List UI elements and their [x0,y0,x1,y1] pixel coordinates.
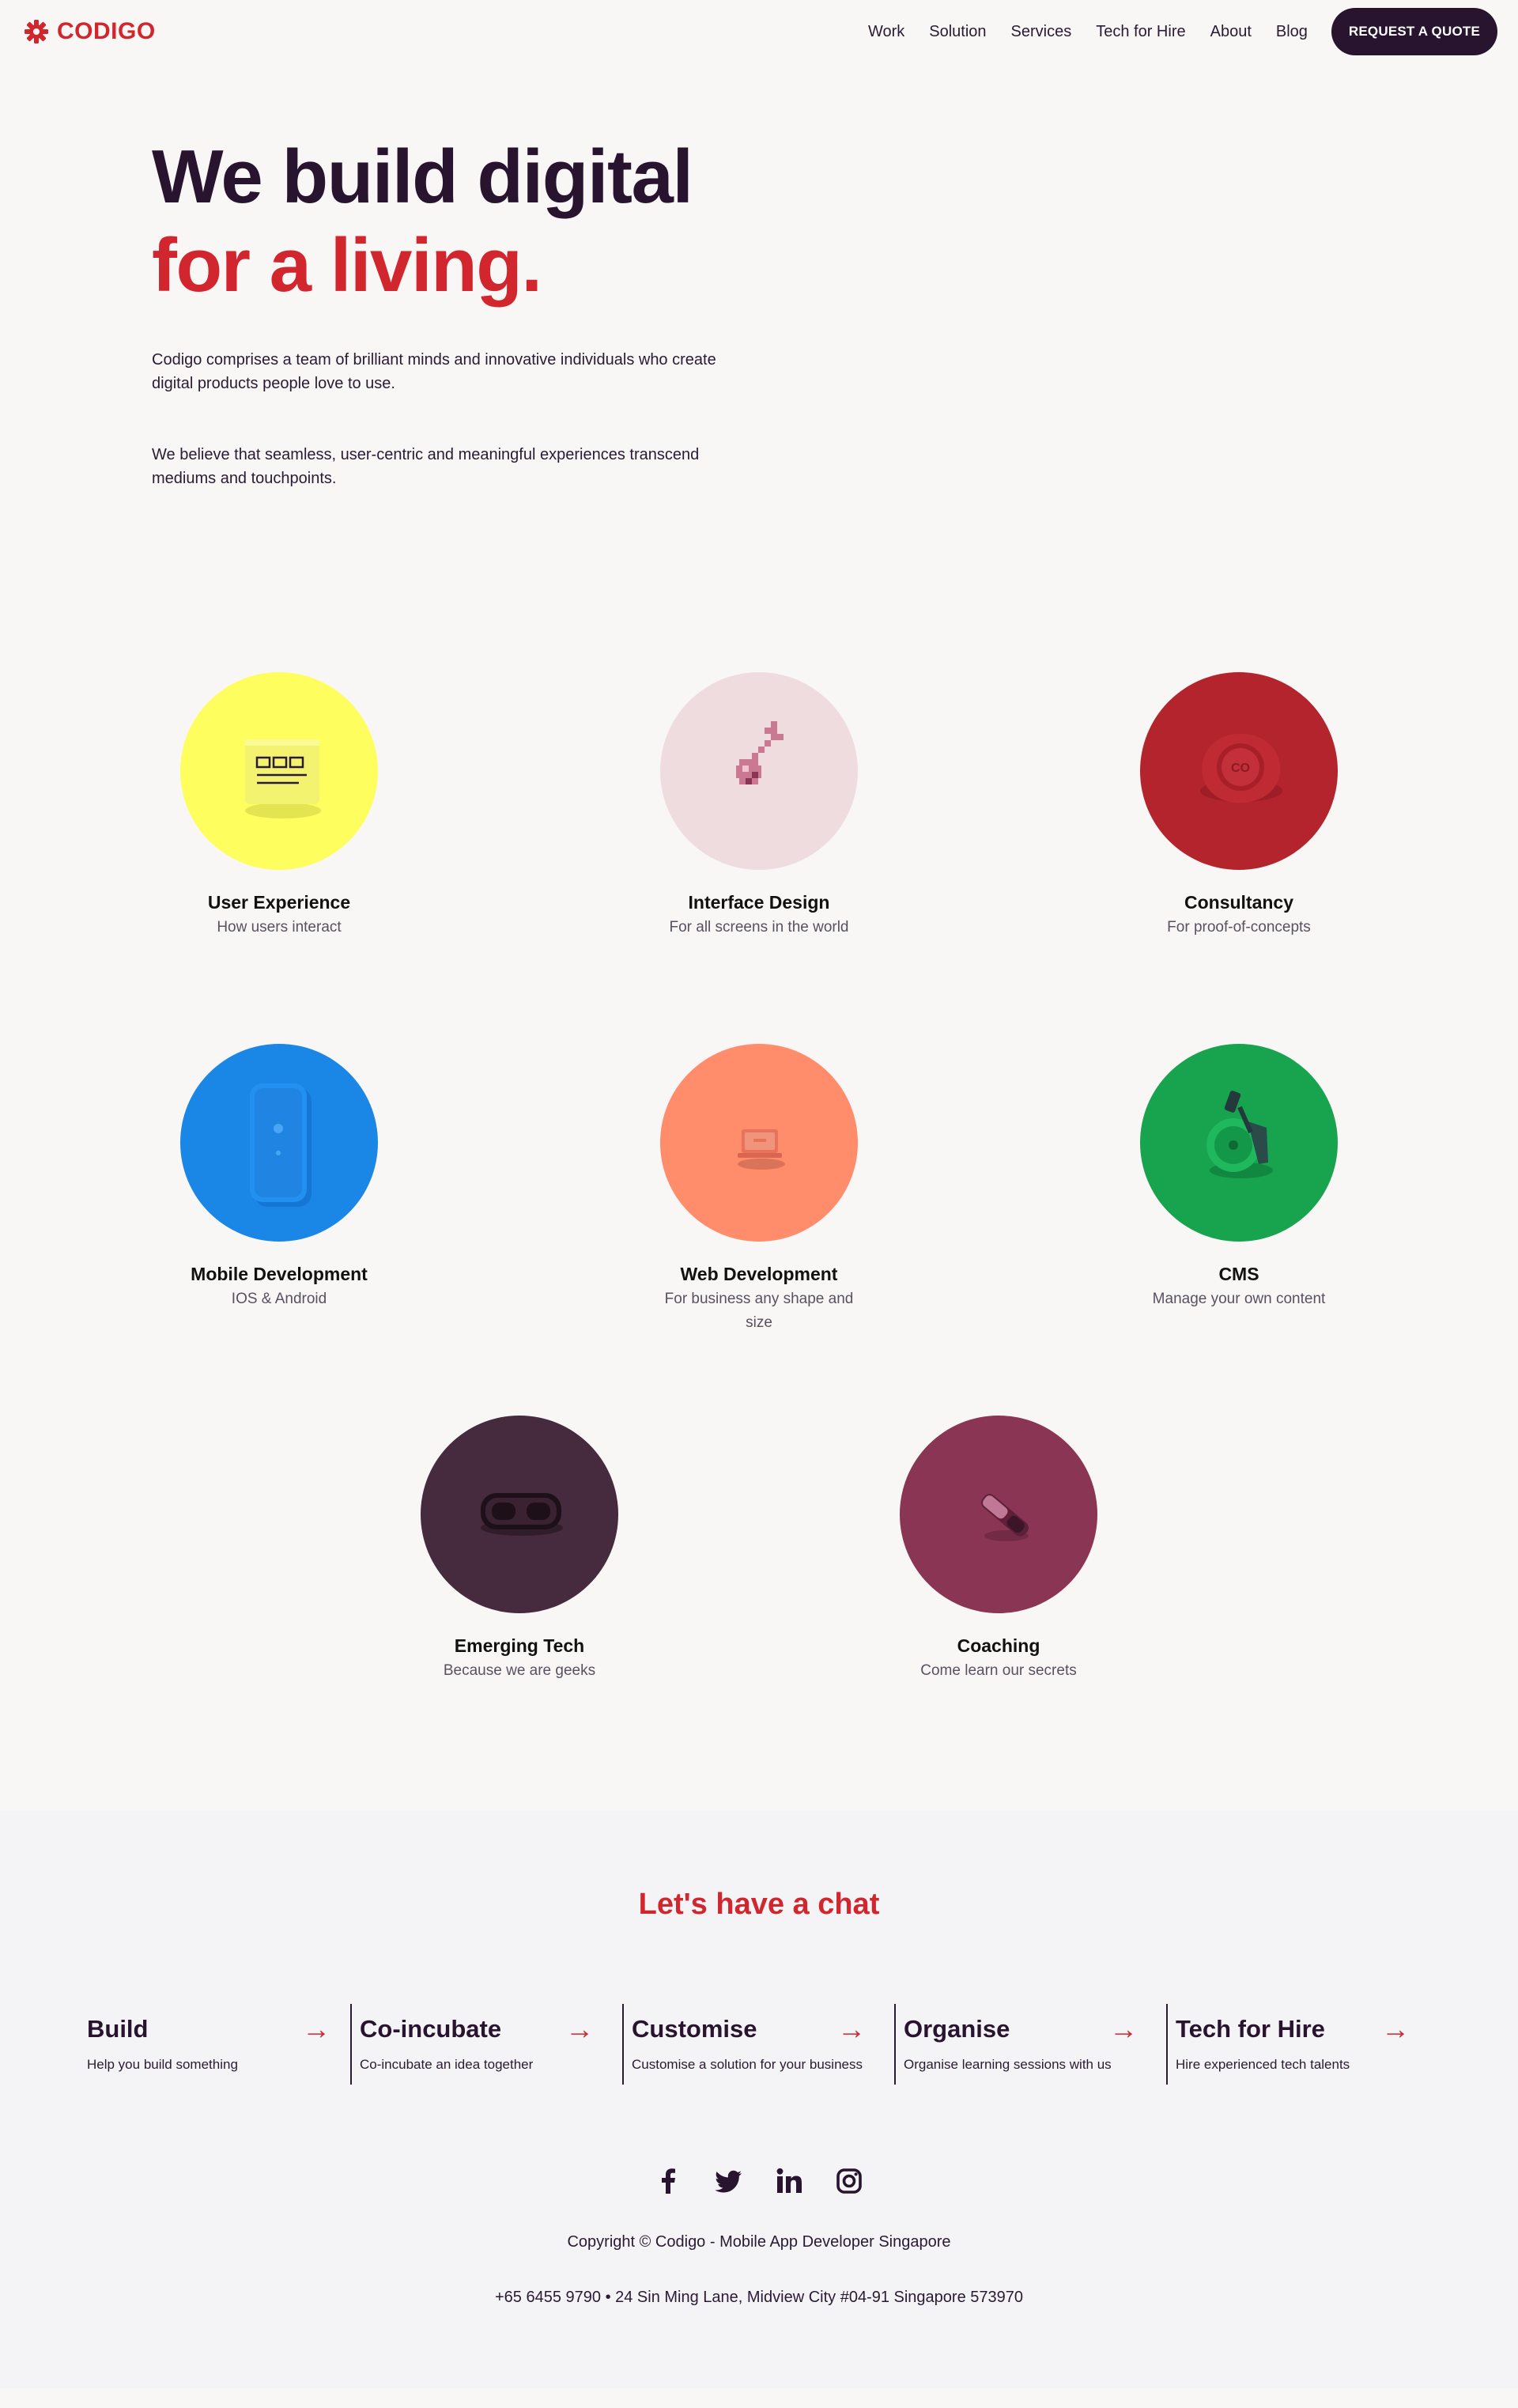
service-description: For proof-of-concepts [1167,919,1311,936]
nav-work[interactable]: Work [868,23,904,41]
service-title: Consultancy [1184,892,1294,913]
arrow-right-icon: → [1109,2013,1138,2045]
arrow-right-icon: → [565,2013,594,2045]
pixel-cherry-icon [660,672,858,870]
hero-title-line1: We build digital [152,134,693,219]
nav-about[interactable]: About [1210,23,1252,41]
service-title: CMS [1218,1264,1259,1284]
arrow-right-icon: → [302,2013,330,2045]
service-description: Come learn our secrets [920,1662,1077,1679]
chat-option-build[interactable]: Build → Help you build something [87,2004,359,2085]
service-consultancy[interactable]: CO Consultancy For proof-of-concepts [1120,672,1358,939]
service-description: Because we are geeks [443,1662,596,1679]
chat-option-tech-for-hire[interactable]: Tech for Hire → Hire experienced tech ta… [1166,2004,1438,2085]
service-interface-design[interactable]: Interface Design For all screens in the … [640,672,878,939]
request-quote-button[interactable]: REQUEST A QUOTE [1331,8,1497,55]
service-description: For all screens in the world [669,919,849,936]
vr-headset-icon [421,1416,618,1613]
service-cms[interactable]: CMS Manage your own content [1120,1044,1358,1311]
nav-services[interactable]: Services [1011,23,1072,41]
copyright-text: Copyright © Codigo - Mobile App Develope… [567,2233,951,2251]
service-title: Coaching [957,1635,1040,1656]
chat-option-customise[interactable]: Customise → Customise a solution for you… [622,2004,894,2085]
option-description: Customise a solution for your business [632,2057,863,2072]
option-title: Organise [904,2015,1010,2043]
nav-blog[interactable]: Blog [1276,23,1308,41]
social-links [0,2167,1518,2202]
chat-option-co-incubate[interactable]: Co-incubate → Co-incubate an idea togeth… [350,2004,622,2085]
site-header: CODIGO Work Solution Services Tech for H… [0,0,1518,63]
service-web-development[interactable]: Web Development For business any shape a… [640,1044,878,1335]
facebook-icon[interactable] [655,2167,683,2195]
nav-tech-for-hire[interactable]: Tech for Hire [1096,23,1185,41]
option-description: Organise learning sessions with us [904,2057,1112,2072]
hero-paragraph-2: We believe that seamless, user-centric a… [152,446,700,487]
service-title: Interface Design [688,892,830,913]
chat-option-organise[interactable]: Organise → Organise learning sessions wi… [894,2004,1166,2085]
hero-title: We build digital for a living. [152,133,693,310]
main-nav: Work Solution Services Tech for Hire Abo… [844,8,1497,55]
option-description: Co-incubate an idea together [360,2057,534,2072]
whistle-icon [900,1416,1097,1613]
service-title: Mobile Development [191,1264,368,1284]
service-title: User Experience [207,892,351,913]
smartphone-icon [180,1044,378,1242]
linkedin-icon[interactable] [775,2167,803,2195]
hero-paragraph-1: Codigo comprises a team of brilliant min… [152,351,716,392]
service-description: Manage your own content [1152,1291,1326,1307]
service-title: Web Development [680,1264,838,1284]
service-description: How users interact [217,919,342,936]
codigo-gear-icon [24,19,49,44]
laptop-icon [660,1044,858,1242]
chat-heading: Let's have a chat [638,1888,880,1921]
service-emerging-tech[interactable]: Emerging Tech Because we are geeks [401,1416,638,1683]
wax-seal-icon: CO [1140,672,1338,870]
record-player-icon [1140,1044,1338,1242]
option-title: Customise [632,2015,757,2043]
option-title: Co-incubate [360,2015,502,2043]
service-coaching[interactable]: Coaching Come learn our secrets [880,1416,1117,1683]
option-description: Help you build something [87,2057,238,2072]
instagram-icon[interactable] [835,2167,863,2195]
codigo-logo[interactable]: CODIGO [24,17,156,46]
sticky-note-icon [180,672,378,870]
service-mobile-development[interactable]: Mobile Development IOS & Android [160,1044,398,1311]
option-title: Tech for Hire [1176,2015,1325,2043]
service-title: Emerging Tech [454,1635,585,1656]
arrow-right-icon: → [837,2013,866,2045]
svg-text:CO: CO [1231,762,1250,775]
logo-text: CODIGO [57,18,156,44]
service-user-experience[interactable]: User Experience How users interact [160,672,398,939]
option-title: Build [87,2015,149,2043]
service-description: IOS & Android [231,1291,327,1307]
option-description: Hire experienced tech talents [1176,2057,1350,2072]
hero-title-line2: for a living. [152,223,542,308]
nav-solution[interactable]: Solution [929,23,986,41]
arrow-right-icon: → [1381,2013,1410,2045]
twitter-icon[interactable] [715,2167,743,2195]
service-description: For business any shape and size [664,1291,854,1331]
contact-address: +65 6455 9790 • 24 Sin Ming Lane, Midvie… [494,2289,1024,2306]
